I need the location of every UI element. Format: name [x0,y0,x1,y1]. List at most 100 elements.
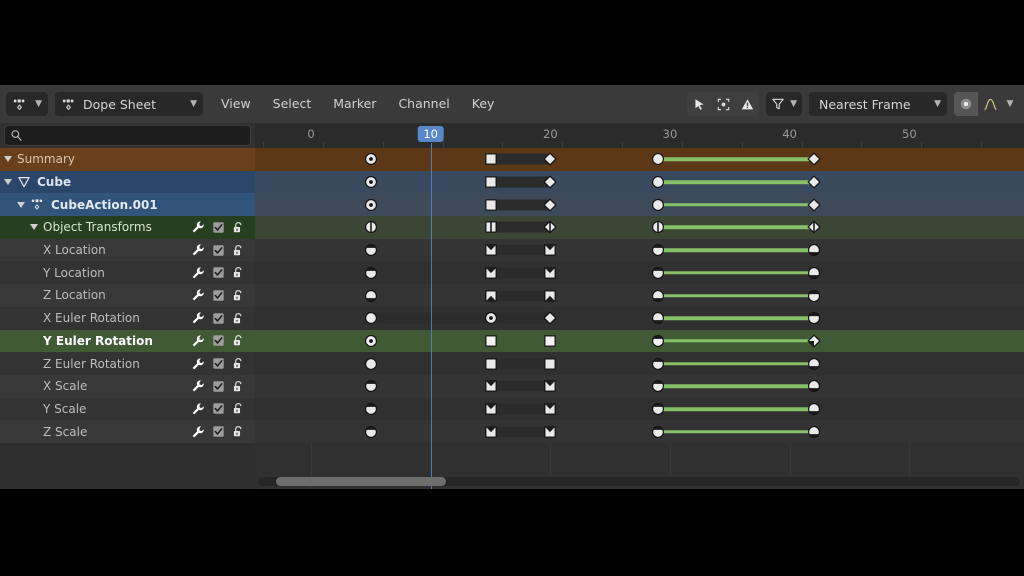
channel-row-cube[interactable]: Cube [0,170,255,194]
unlocked-padlock-icon[interactable] [232,244,245,257]
keyframe-square-upper[interactable] [484,244,497,257]
unlocked-padlock-icon[interactable] [232,312,245,325]
keyframe-circle-dot[interactable] [364,198,377,211]
keyframe-circle[interactable] [364,357,377,370]
modifier-wrench-icon[interactable] [191,402,205,416]
channel-row-y-location[interactable]: Y Location [0,261,255,285]
keyframe-circle-lower[interactable] [364,244,377,257]
keyframe-diamond-split[interactable] [807,220,821,234]
keyframe-diamond[interactable] [543,198,557,212]
enable-checkbox-icon[interactable] [212,334,225,347]
channel-row-object-transforms[interactable]: Object Transforms [0,216,255,239]
keyframe-circle-dot[interactable] [364,176,377,189]
filter-dropdown-button[interactable]: ▼ [766,92,802,116]
keyframe-circle-lower[interactable] [652,244,665,257]
proportional-edit-icon[interactable] [711,92,735,116]
keyframe-square-upper[interactable] [544,266,557,279]
channel-row-y-euler-rotation[interactable]: Y Euler Rotation [0,329,255,353]
keyframe-circle-lower[interactable] [364,403,377,416]
keyframe-circle-upper[interactable] [807,403,820,416]
enable-checkbox-icon[interactable] [212,244,225,257]
keyframe-row-y-euler-rotation[interactable] [255,329,1024,353]
keyframe-square-split[interactable] [484,221,497,234]
keyframe-square-upper[interactable] [484,425,497,438]
keyframe-circle-upper[interactable] [807,244,820,257]
channel-row-y-scale[interactable]: Y Scale [0,397,255,421]
keyframe-diamond-lower[interactable] [807,312,820,325]
keyframe-circle-lower[interactable] [652,380,665,393]
search-box[interactable] [4,125,251,146]
enable-checkbox-icon[interactable] [212,357,225,370]
keyframe-circle-upper[interactable] [807,266,820,279]
channel-row-z-scale[interactable]: Z Scale [0,420,255,443]
playhead-line[interactable] [430,148,432,489]
modifier-wrench-icon[interactable] [191,311,205,325]
keyframe-circle-lower[interactable] [364,266,377,279]
menu-select[interactable]: Select [262,92,323,116]
keyframe-square-lower[interactable] [544,289,557,302]
keyframe-circle-upper[interactable] [807,357,820,370]
timeline-ruler[interactable]: 0 10 20 30 40 50 [255,123,1024,149]
keyframe-circle-lower[interactable] [652,266,665,279]
keyframe-circle-upper[interactable] [807,425,820,438]
menu-marker[interactable]: Marker [322,92,387,116]
enable-checkbox-icon[interactable] [212,402,225,415]
unlocked-padlock-icon[interactable] [232,402,245,415]
expand-triangle-icon[interactable] [4,179,12,186]
keyframe-diamond-lower[interactable] [807,289,820,302]
search-input[interactable] [23,127,250,144]
channel-row-cubeaction-001[interactable]: CubeAction.001 [0,193,255,217]
modifier-wrench-icon[interactable] [191,379,205,393]
keyframe-row-x-location[interactable] [255,238,1024,262]
keyframe-row-cubeaction-001[interactable] [255,193,1024,217]
keyframe-circle-lower[interactable] [364,425,377,438]
keyframe-circle[interactable] [652,198,665,211]
enable-checkbox-icon[interactable] [212,380,225,393]
keyframe-grid[interactable]: ‹ [255,148,1024,489]
keyframe-row-y-scale[interactable] [255,397,1024,421]
unlocked-padlock-icon[interactable] [232,266,245,279]
enable-checkbox-icon[interactable] [212,221,225,234]
keyframe-square[interactable] [484,198,497,211]
keyframe-diamond-dark[interactable] [807,334,821,348]
channel-list[interactable]: Summary Cube CubeAction.001 Object Transf… [0,148,255,489]
dope-sheet-mode-dropdown[interactable]: Dope Sheet ▼ [55,92,203,116]
keyframe-square[interactable] [484,357,497,370]
enable-checkbox-icon[interactable] [212,266,225,279]
keyframe-row-z-scale[interactable] [255,420,1024,444]
falloff-chevron-button[interactable]: ▼ [1002,92,1018,116]
keyframe-diamond[interactable] [543,175,557,189]
proportional-falloff-icon[interactable] [978,92,1002,116]
unlocked-padlock-icon[interactable] [232,425,245,438]
keyframe-circle-dot[interactable] [364,153,377,166]
modifier-wrench-icon[interactable] [191,266,205,280]
keyframe-diamond[interactable] [807,175,821,189]
keyframe-circle-split[interactable] [652,221,665,234]
modifier-wrench-icon[interactable] [191,425,205,439]
channel-row-summary[interactable]: Summary [0,148,255,171]
snap-magnet-icon[interactable] [954,92,978,116]
enable-checkbox-icon[interactable] [212,289,225,302]
keyframe-circle-lower[interactable] [364,380,377,393]
keyframe-row-y-location[interactable] [255,261,1024,285]
expand-triangle-icon[interactable] [30,224,38,231]
unlocked-padlock-icon[interactable] [232,380,245,393]
keyframe-circle-lower[interactable] [652,425,665,438]
keyframe-row-summary[interactable] [255,148,1024,171]
keyframe-circle[interactable] [652,176,665,189]
keyframe-diamond[interactable] [807,198,821,212]
modifier-wrench-icon[interactable] [191,243,205,257]
keyframe-circle[interactable] [652,153,665,166]
keyframe-circle-upper[interactable] [652,289,665,302]
snap-mode-dropdown[interactable]: Nearest Frame ▼ [809,92,947,116]
modifier-wrench-icon[interactable] [191,220,205,234]
keyframe-circle-dot[interactable] [484,312,497,325]
keyframe-square-upper[interactable] [484,266,497,279]
keyframe-square[interactable] [544,357,557,370]
unlocked-padlock-icon[interactable] [232,334,245,347]
keyframe-circle-split[interactable] [364,221,377,234]
menu-channel[interactable]: Channel [387,92,460,116]
keyframe-diamond[interactable] [807,152,821,166]
keyframe-circle-upper[interactable] [652,312,665,325]
horizontal-scrollbar[interactable] [258,477,1020,486]
